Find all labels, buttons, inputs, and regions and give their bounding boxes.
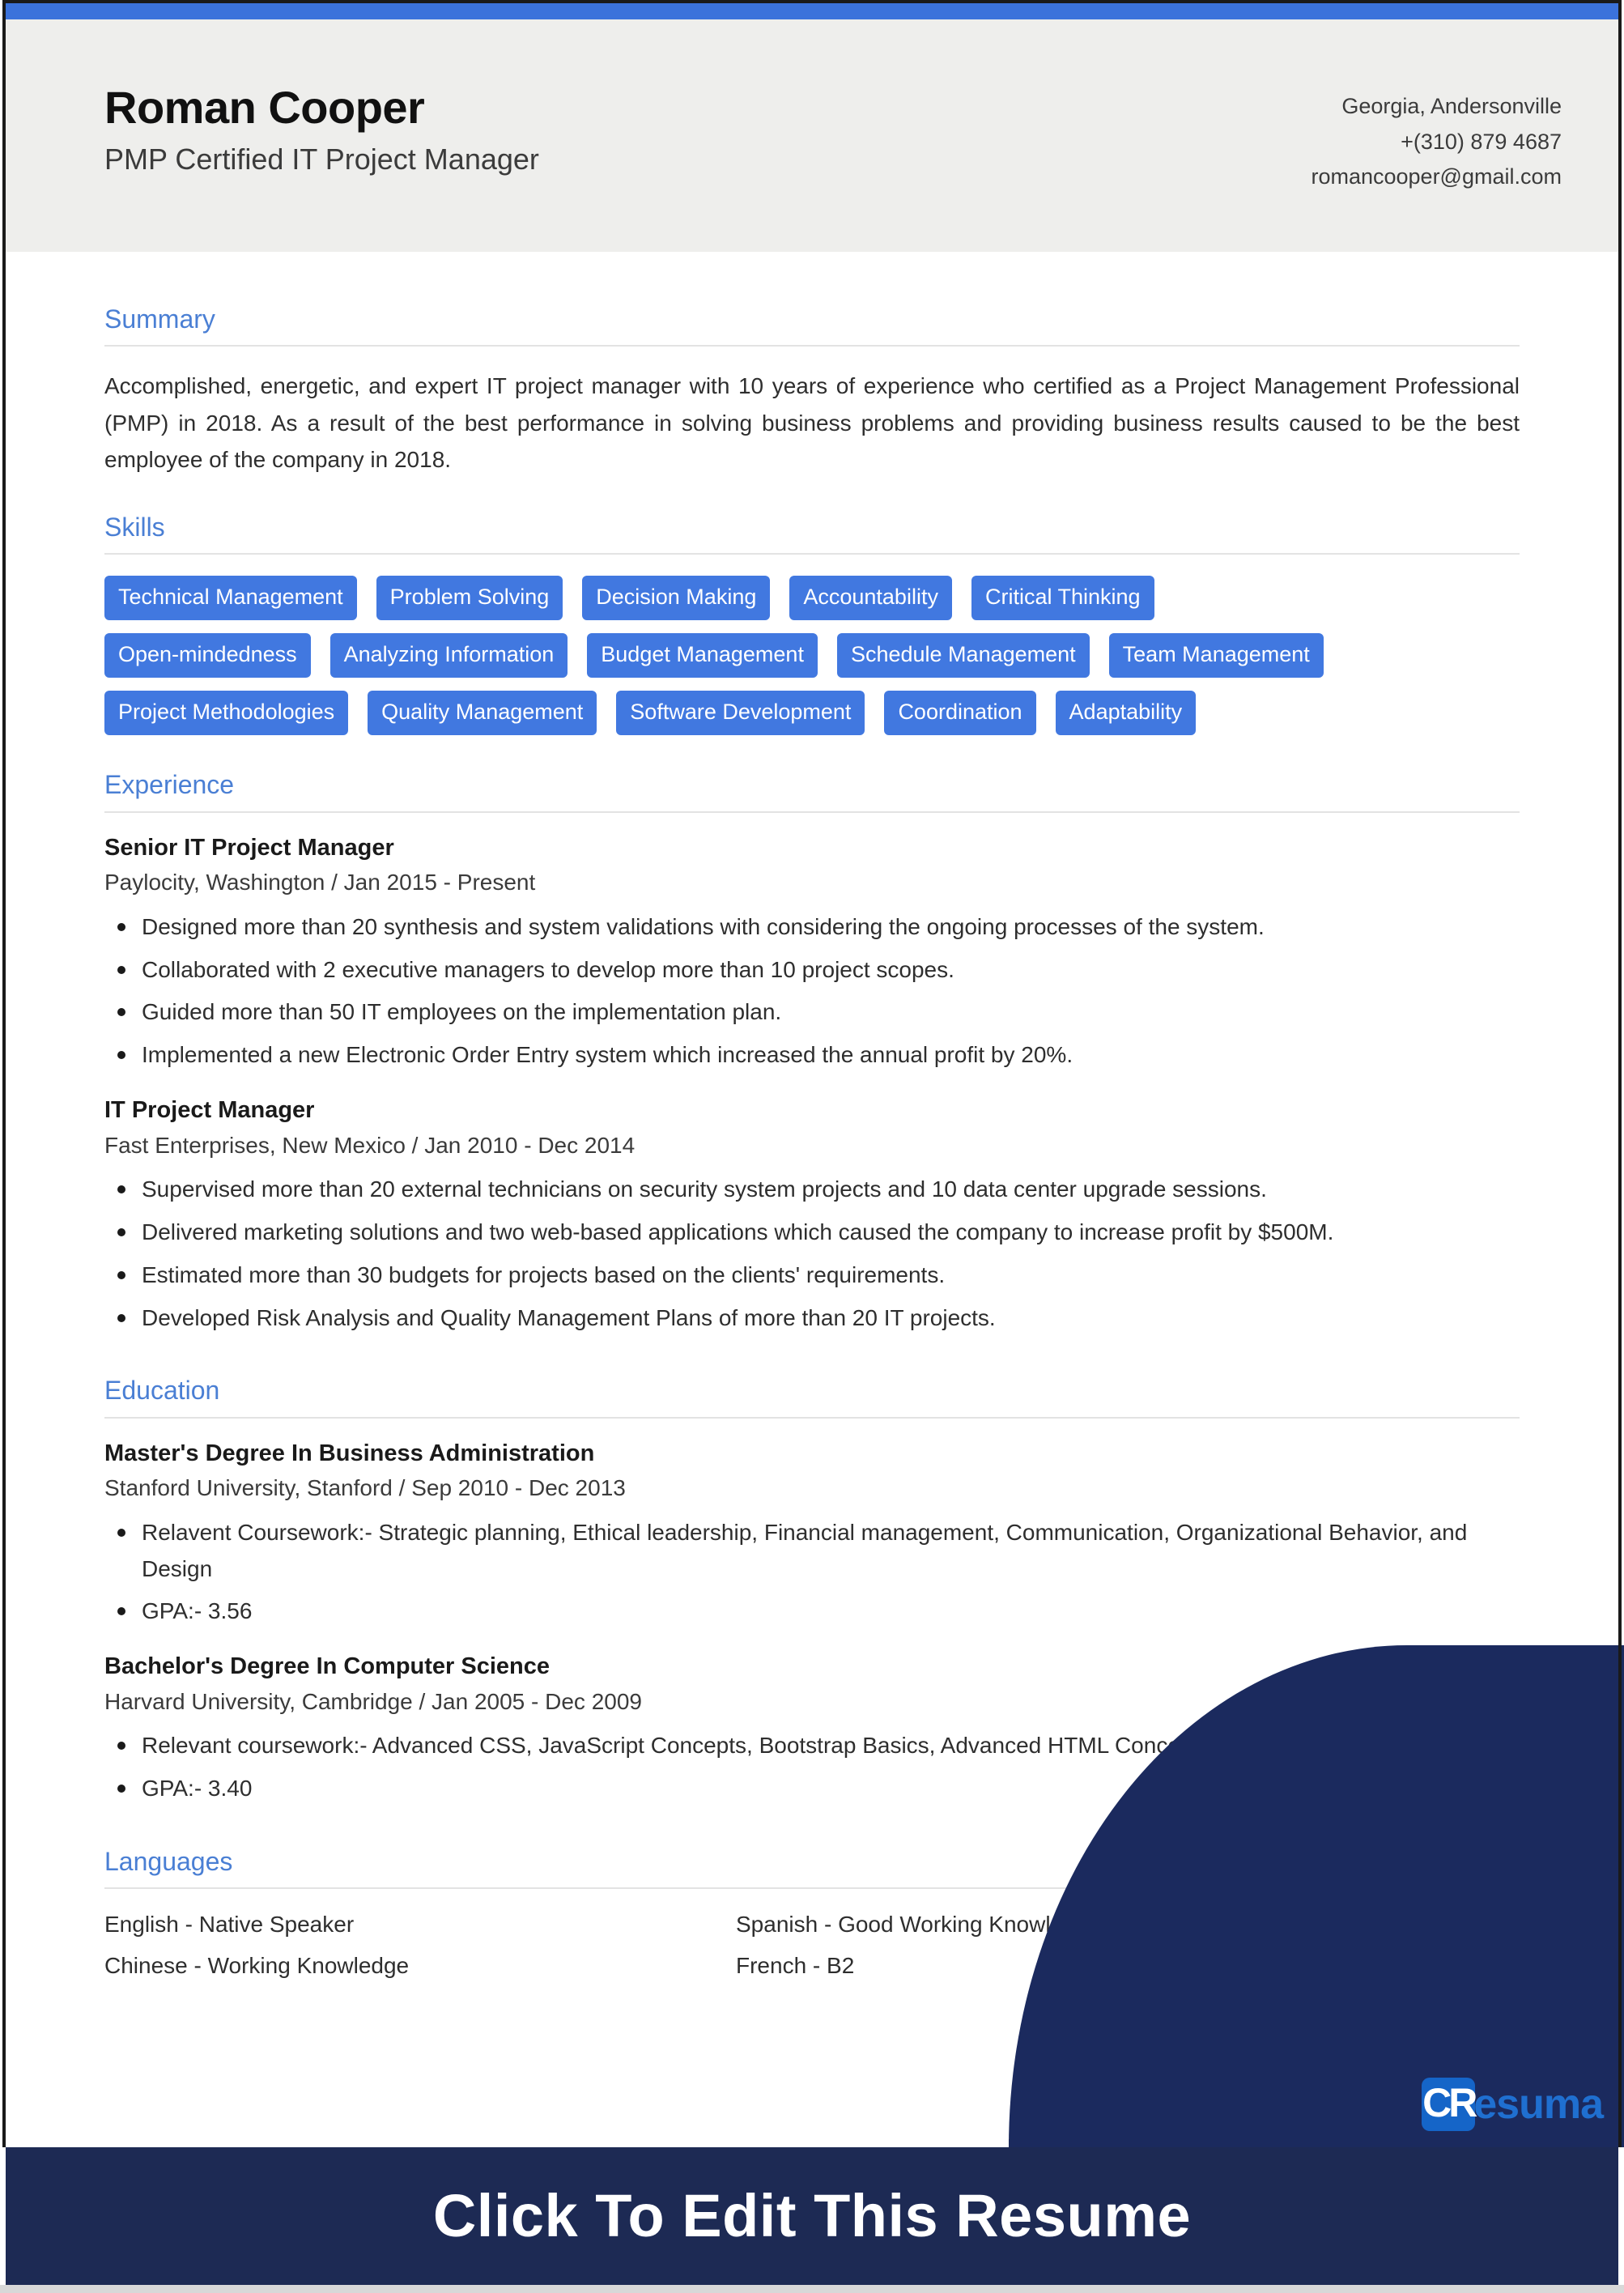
entry-bullets: Relavent Coursework:- Strategic planning… — [104, 1515, 1520, 1630]
section-divider — [104, 553, 1520, 555]
experience-entries: Senior IT Project Manager Paylocity, Wash… — [104, 834, 1520, 1337]
skill-chip: Accountability — [789, 576, 952, 621]
bullet-item: Supervised more than 20 external technic… — [117, 1172, 1520, 1208]
contact-location: Georgia, Andersonville — [1341, 94, 1562, 118]
bullet-item: Delivered marketing solutions and two we… — [117, 1215, 1520, 1251]
bullet-item: Implemented a new Electronic Order Entry… — [117, 1037, 1520, 1074]
entry-meta: Stanford University, Stanford / Sep 2010… — [104, 1475, 626, 1501]
resume-header: Roman Cooper PMP Certified IT Project Ma… — [6, 19, 1618, 252]
entry-bullets: Designed more than 20 synthesis and syst… — [104, 909, 1520, 1074]
section-divider — [104, 810, 1520, 813]
skills-list: Technical Management Problem Solving Decis… — [104, 576, 1367, 736]
bullet-item: Designed more than 20 synthesis and syst… — [117, 909, 1520, 946]
cresuma-logo: CR esuma — [1422, 2078, 1604, 2131]
skill-chip: Coordination — [884, 691, 1036, 736]
skill-chip: Problem Solving — [376, 576, 563, 621]
skill-chip: Open-mindedness — [104, 633, 311, 679]
skill-chip: Budget Management — [587, 633, 818, 679]
summary-text: Accomplished, energetic, and expert IT p… — [104, 373, 1520, 472]
section-title-skills: Skills — [104, 513, 165, 542]
section-divider — [104, 1416, 1520, 1419]
section-experience: Experience Senior IT Project Manager Payl… — [104, 771, 1520, 1336]
skill-chip: Quality Management — [368, 691, 597, 736]
entry-bullets: Supervised more than 20 external technic… — [104, 1172, 1520, 1336]
contact-phone: +(310) 879 4687 — [1401, 129, 1562, 154]
logo-mark-icon: CR — [1422, 2078, 1477, 2131]
skill-chip: Analyzing Information — [329, 633, 568, 679]
resume-entry: Master's Degree In Business Administrati… — [104, 1440, 1520, 1631]
section-title-summary: Summary — [104, 304, 215, 334]
edit-resume-label: Click To Edit This Resume — [432, 2182, 1192, 2249]
section-title-experience: Experience — [104, 770, 235, 800]
navy-curve-fill — [1009, 2139, 1624, 2147]
bullet-item: Developed Risk Analysis and Quality Mana… — [117, 1300, 1520, 1337]
section-title-education: Education — [104, 1376, 220, 1406]
candidate-name: Roman Cooper — [104, 82, 425, 133]
section-divider — [104, 345, 1520, 347]
contact-email: romancooper@gmail.com — [1311, 164, 1562, 189]
entry-title: Senior IT Project Manager — [104, 834, 394, 861]
section-skills: Skills Technical Management Problem Solvi… — [104, 513, 1520, 736]
skill-chip: Adaptability — [1055, 691, 1197, 736]
bullet-item: Estimated more than 30 budgets for proje… — [117, 1257, 1520, 1294]
bullet-item: Relavent Coursework:- Strategic planning… — [117, 1515, 1520, 1588]
top-accent-bar — [6, 3, 1618, 19]
skill-chip: Decision Making — [582, 576, 771, 621]
bullet-item: Guided more than 50 IT employees on the … — [117, 994, 1520, 1031]
candidate-headline: PMP Certified IT Project Manager — [104, 142, 539, 176]
skill-chip: Software Development — [616, 691, 865, 736]
page-bottom-rule — [0, 2285, 1624, 2293]
resume-entry: IT Project Manager Fast Enterprises, New … — [104, 1096, 1520, 1336]
entry-meta: Fast Enterprises, New Mexico / Jan 2010 … — [104, 1132, 636, 1158]
resume-page: Roman Cooper PMP Certified IT Project Ma… — [0, 0, 1624, 2293]
language-item: Chinese - Working Knowledge — [104, 1952, 410, 1978]
identity-block: Roman Cooper PMP Certified IT Project Ma… — [104, 68, 539, 175]
resume-entry: Senior IT Project Manager Paylocity, Wash… — [104, 834, 1520, 1074]
skill-chip: Project Methodologies — [104, 691, 349, 736]
skill-chip: Technical Management — [104, 576, 357, 621]
edit-resume-banner[interactable]: Click To Edit This Resume — [6, 2147, 1618, 2285]
logo-wordmark: esuma — [1473, 2081, 1604, 2128]
skill-chip: Team Management — [1108, 633, 1324, 679]
entry-title: IT Project Manager — [104, 1097, 315, 1124]
entry-title: Master's Degree In Business Administrati… — [104, 1440, 595, 1466]
bullet-item: GPA:- 3.56 — [117, 1593, 1520, 1630]
language-item: English - Native Speaker — [104, 1912, 355, 1938]
contact-block: Georgia, Andersonville +(310) 879 4687 r… — [1311, 68, 1562, 195]
bullet-item: Collaborated with 2 executive managers t… — [117, 952, 1520, 989]
skill-chip: Critical Thinking — [971, 576, 1154, 621]
section-summary: Summary Accomplished, energetic, and exp… — [104, 304, 1520, 478]
skill-chip: Schedule Management — [836, 633, 1090, 679]
entry-meta: Paylocity, Washington / Jan 2015 - Prese… — [104, 870, 536, 896]
